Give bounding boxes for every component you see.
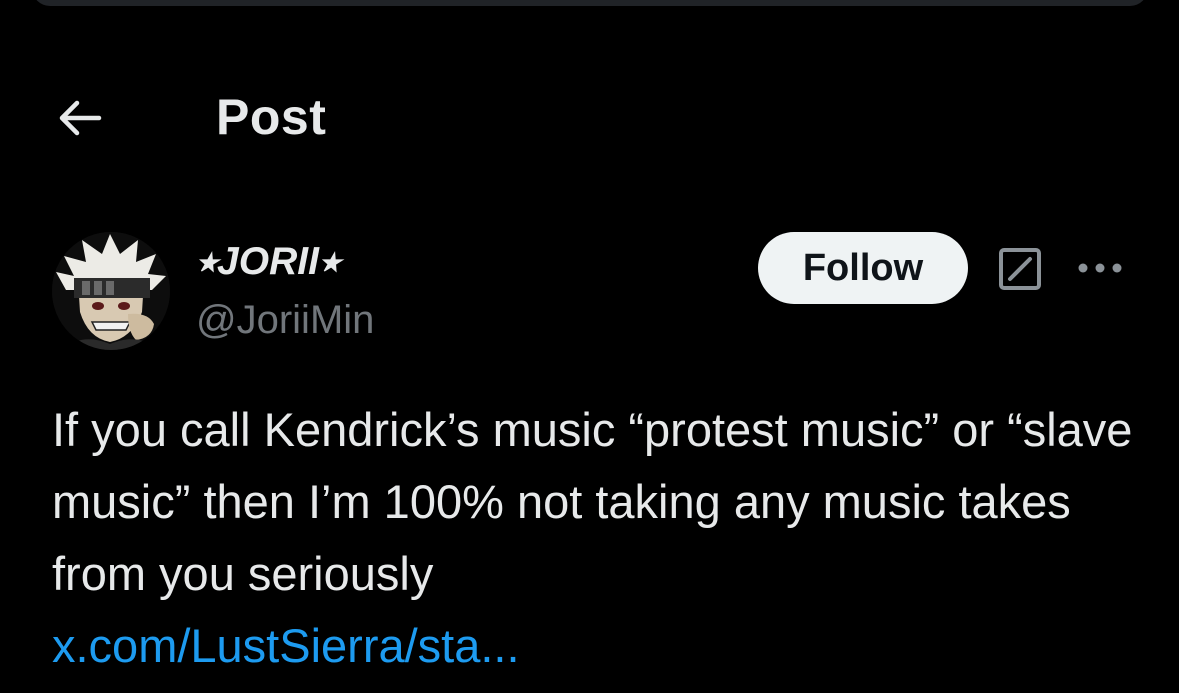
- post-text: If you call Kendrick’s music “protest mu…: [52, 403, 1133, 600]
- grok-icon: [999, 248, 1041, 290]
- post-link[interactable]: x.com/LustSierra/sta...: [52, 610, 1152, 682]
- more-options-icon: [1078, 263, 1122, 273]
- post-header: Post: [0, 70, 1179, 162]
- page-title: Post: [216, 89, 327, 145]
- more-options-button[interactable]: [1072, 246, 1128, 290]
- avatar-image: [52, 232, 170, 350]
- avatar[interactable]: [52, 232, 170, 350]
- grok-button[interactable]: [993, 242, 1047, 296]
- post-body: If you call Kendrick’s music “protest mu…: [52, 394, 1152, 682]
- back-button[interactable]: [44, 90, 114, 146]
- follow-button[interactable]: Follow: [758, 232, 968, 304]
- top-bar: [32, 0, 1148, 6]
- arrow-left-icon: [59, 100, 102, 136]
- author-handle[interactable]: @JoriiMin: [196, 298, 374, 343]
- author-display-name[interactable]: ⭑JORII⭑: [196, 240, 340, 284]
